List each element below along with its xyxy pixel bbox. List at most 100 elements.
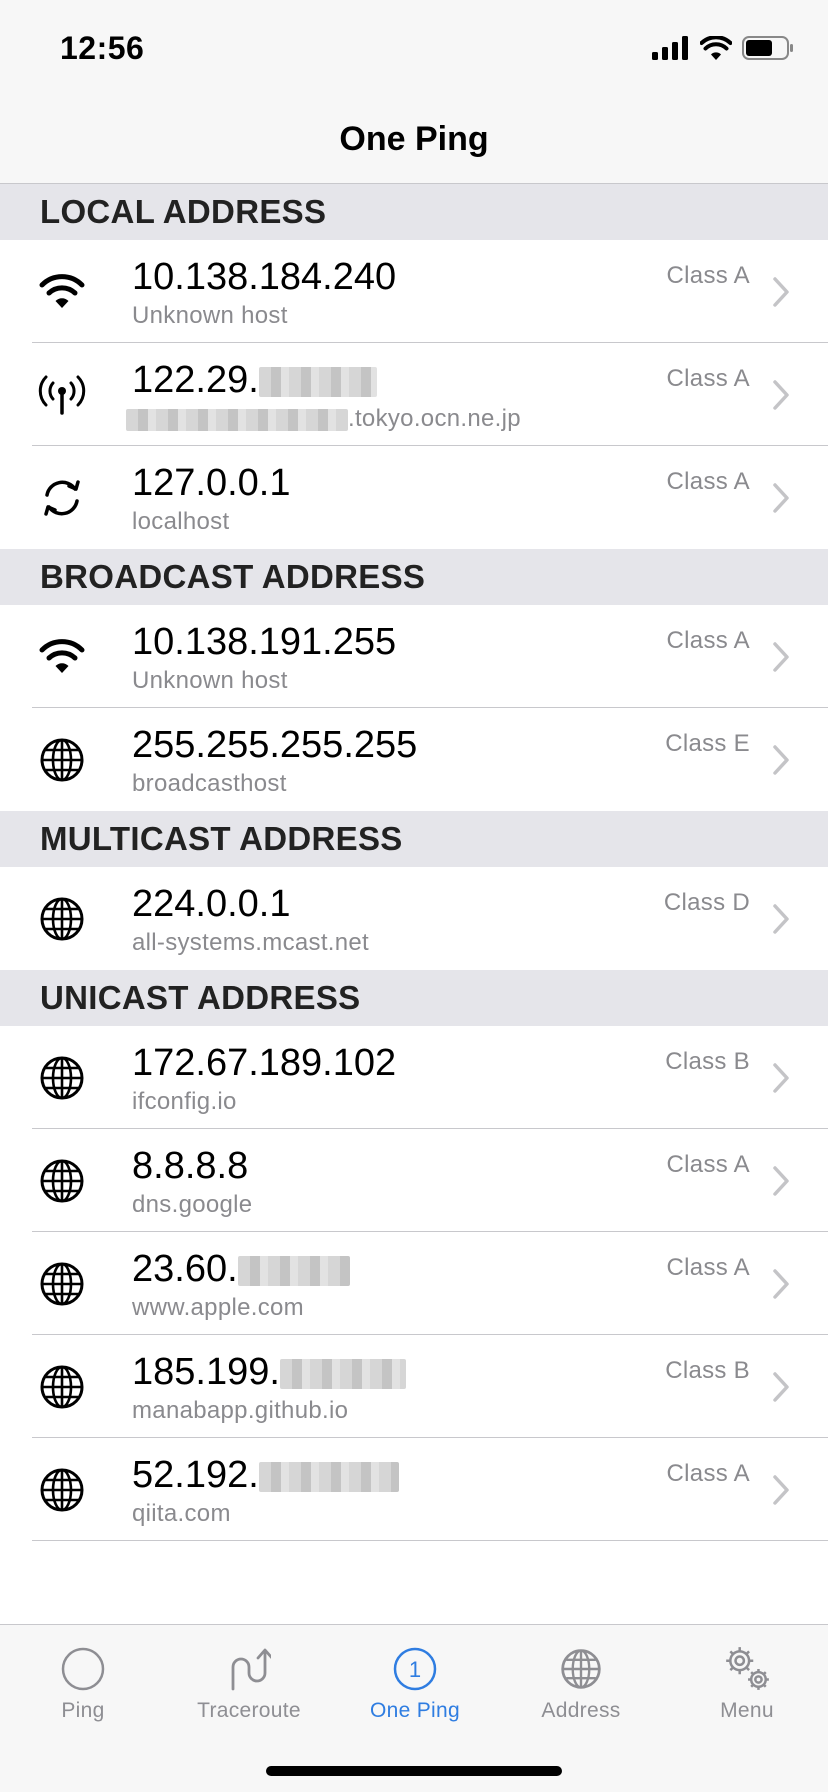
class-label: Class A <box>666 1254 750 1281</box>
class-label: Class E <box>665 730 750 757</box>
tab-label: One Ping <box>370 1699 460 1722</box>
chevron-right-icon <box>772 903 790 935</box>
address-text: 122.29. <box>132 359 377 402</box>
tab-label: Traceroute <box>197 1699 301 1722</box>
address-text: 10.138.191.255 <box>132 621 397 663</box>
globe-icon <box>38 1054 86 1102</box>
tab-label: Address <box>541 1699 621 1722</box>
redacted-block <box>237 1255 350 1286</box>
chevron-right-icon <box>772 1268 790 1300</box>
section-header-local: LOCAL ADDRESS <box>0 184 828 240</box>
globe-icon <box>38 1260 86 1308</box>
tab-label: Ping <box>61 1699 105 1722</box>
class-label: Class A <box>666 1151 750 1178</box>
one-ping-badge: 1 <box>409 1657 421 1682</box>
globe-icon <box>38 1157 86 1205</box>
host-text: qiita.com <box>132 1500 231 1527</box>
address-text: 255.255.255.255 <box>132 724 418 766</box>
chevron-right-icon <box>772 1371 790 1403</box>
address-text: 172.67.189.102 <box>132 1042 397 1084</box>
redacted-block <box>279 1358 406 1389</box>
tab-label: Menu <box>720 1699 774 1722</box>
list-item[interactable]: 255.255.255.255 broadcasthost Class E <box>0 708 828 811</box>
section-header-broadcast: BROADCAST ADDRESS <box>0 549 828 605</box>
class-label: Class B <box>665 1048 750 1075</box>
traceroute-icon <box>231 1648 271 1691</box>
list-item[interactable]: 10.138.184.240 Unknown host Class A <box>0 240 828 343</box>
host-text: Unknown host <box>132 667 288 694</box>
tab-one-ping[interactable]: 1 One Ping <box>332 1625 498 1735</box>
antenna-icon <box>38 371 86 419</box>
globe-icon <box>38 1466 86 1514</box>
tab-traceroute[interactable]: Traceroute <box>166 1625 332 1735</box>
page-title: One Ping <box>339 120 489 158</box>
globe-icon <box>38 895 86 943</box>
navigation-bar: One Ping <box>0 96 828 184</box>
address-text: 8.8.8.8 <box>132 1145 249 1187</box>
address-text: 23.60. <box>132 1248 350 1291</box>
list-item[interactable]: 122.29. .tokyo.ocn.ne.jp Class A <box>0 343 828 446</box>
class-label: Class A <box>666 468 750 495</box>
host-text: all-systems.mcast.net <box>132 929 370 956</box>
redacted-block <box>258 1461 399 1492</box>
circle-icon <box>61 1647 105 1691</box>
host-text: manabapp.github.io <box>132 1397 349 1424</box>
globe-icon <box>559 1647 603 1691</box>
host-text: localhost <box>132 508 230 535</box>
host-text: www.apple.com <box>132 1294 304 1321</box>
redacted-block <box>126 408 348 431</box>
redacted-block <box>258 366 377 397</box>
address-text: 127.0.0.1 <box>132 462 291 504</box>
list-item[interactable]: 8.8.8.8 dns.google Class A <box>0 1129 828 1232</box>
section-header-multicast: MULTICAST ADDRESS <box>0 811 828 867</box>
status-bar: 12:56 <box>0 0 828 96</box>
address-text: 224.0.0.1 <box>132 883 291 925</box>
chevron-right-icon <box>772 641 790 673</box>
list-item[interactable]: 224.0.0.1 all-systems.mcast.net Class D <box>0 867 828 970</box>
address-text: 52.192. <box>132 1454 399 1497</box>
one-ping-icon: 1 <box>393 1647 437 1691</box>
wifi-icon <box>38 268 86 316</box>
chevron-right-icon <box>772 1474 790 1506</box>
row-separator <box>32 1540 828 1541</box>
globe-icon <box>38 736 86 784</box>
wifi-icon <box>38 633 86 681</box>
address-list: LOCAL ADDRESS 10.138.184.240 Unknown hos… <box>0 184 828 1541</box>
home-indicator <box>266 1766 562 1776</box>
address-text: 185.199. <box>132 1351 406 1394</box>
host-text: Unknown host <box>132 302 288 329</box>
class-label: Class A <box>666 262 750 289</box>
class-label: Class A <box>666 627 750 654</box>
status-time: 12:56 <box>60 30 145 66</box>
list-item[interactable]: 127.0.0.1 localhost Class A <box>0 446 828 549</box>
host-text: .tokyo.ocn.ne.jp <box>126 405 521 433</box>
host-text: ifconfig.io <box>132 1088 237 1115</box>
list-item[interactable]: 52.192. qiita.com Class A <box>0 1438 828 1541</box>
cellular-signal-icon <box>652 36 688 60</box>
section-header-unicast: UNICAST ADDRESS <box>0 970 828 1026</box>
chevron-right-icon <box>772 482 790 514</box>
list-item[interactable]: 172.67.189.102 ifconfig.io Class B <box>0 1026 828 1129</box>
battery-icon <box>742 36 793 60</box>
gear-icon <box>726 1647 769 1690</box>
tab-address[interactable]: Address <box>498 1625 664 1735</box>
list-item[interactable]: 23.60. www.apple.com Class A <box>0 1232 828 1335</box>
tab-menu[interactable]: Menu <box>664 1625 828 1735</box>
chevron-right-icon <box>772 744 790 776</box>
list-item[interactable]: 185.199. manabapp.github.io Class B <box>0 1335 828 1438</box>
class-label: Class B <box>665 1357 750 1384</box>
class-label: Class D <box>663 889 750 916</box>
address-text: 10.138.184.240 <box>132 256 397 298</box>
host-text: broadcasthost <box>132 770 287 797</box>
loopback-icon <box>38 474 86 522</box>
host-text: dns.google <box>132 1191 253 1218</box>
chevron-right-icon <box>772 276 790 308</box>
list-item[interactable]: 10.138.191.255 Unknown host Class A <box>0 605 828 708</box>
globe-icon <box>38 1363 86 1411</box>
status-icons <box>652 34 794 62</box>
class-label: Class A <box>666 365 750 392</box>
wifi-status-icon <box>700 36 732 60</box>
class-label: Class A <box>666 1460 750 1487</box>
chevron-right-icon <box>772 1062 790 1094</box>
tab-ping[interactable]: Ping <box>0 1625 166 1735</box>
